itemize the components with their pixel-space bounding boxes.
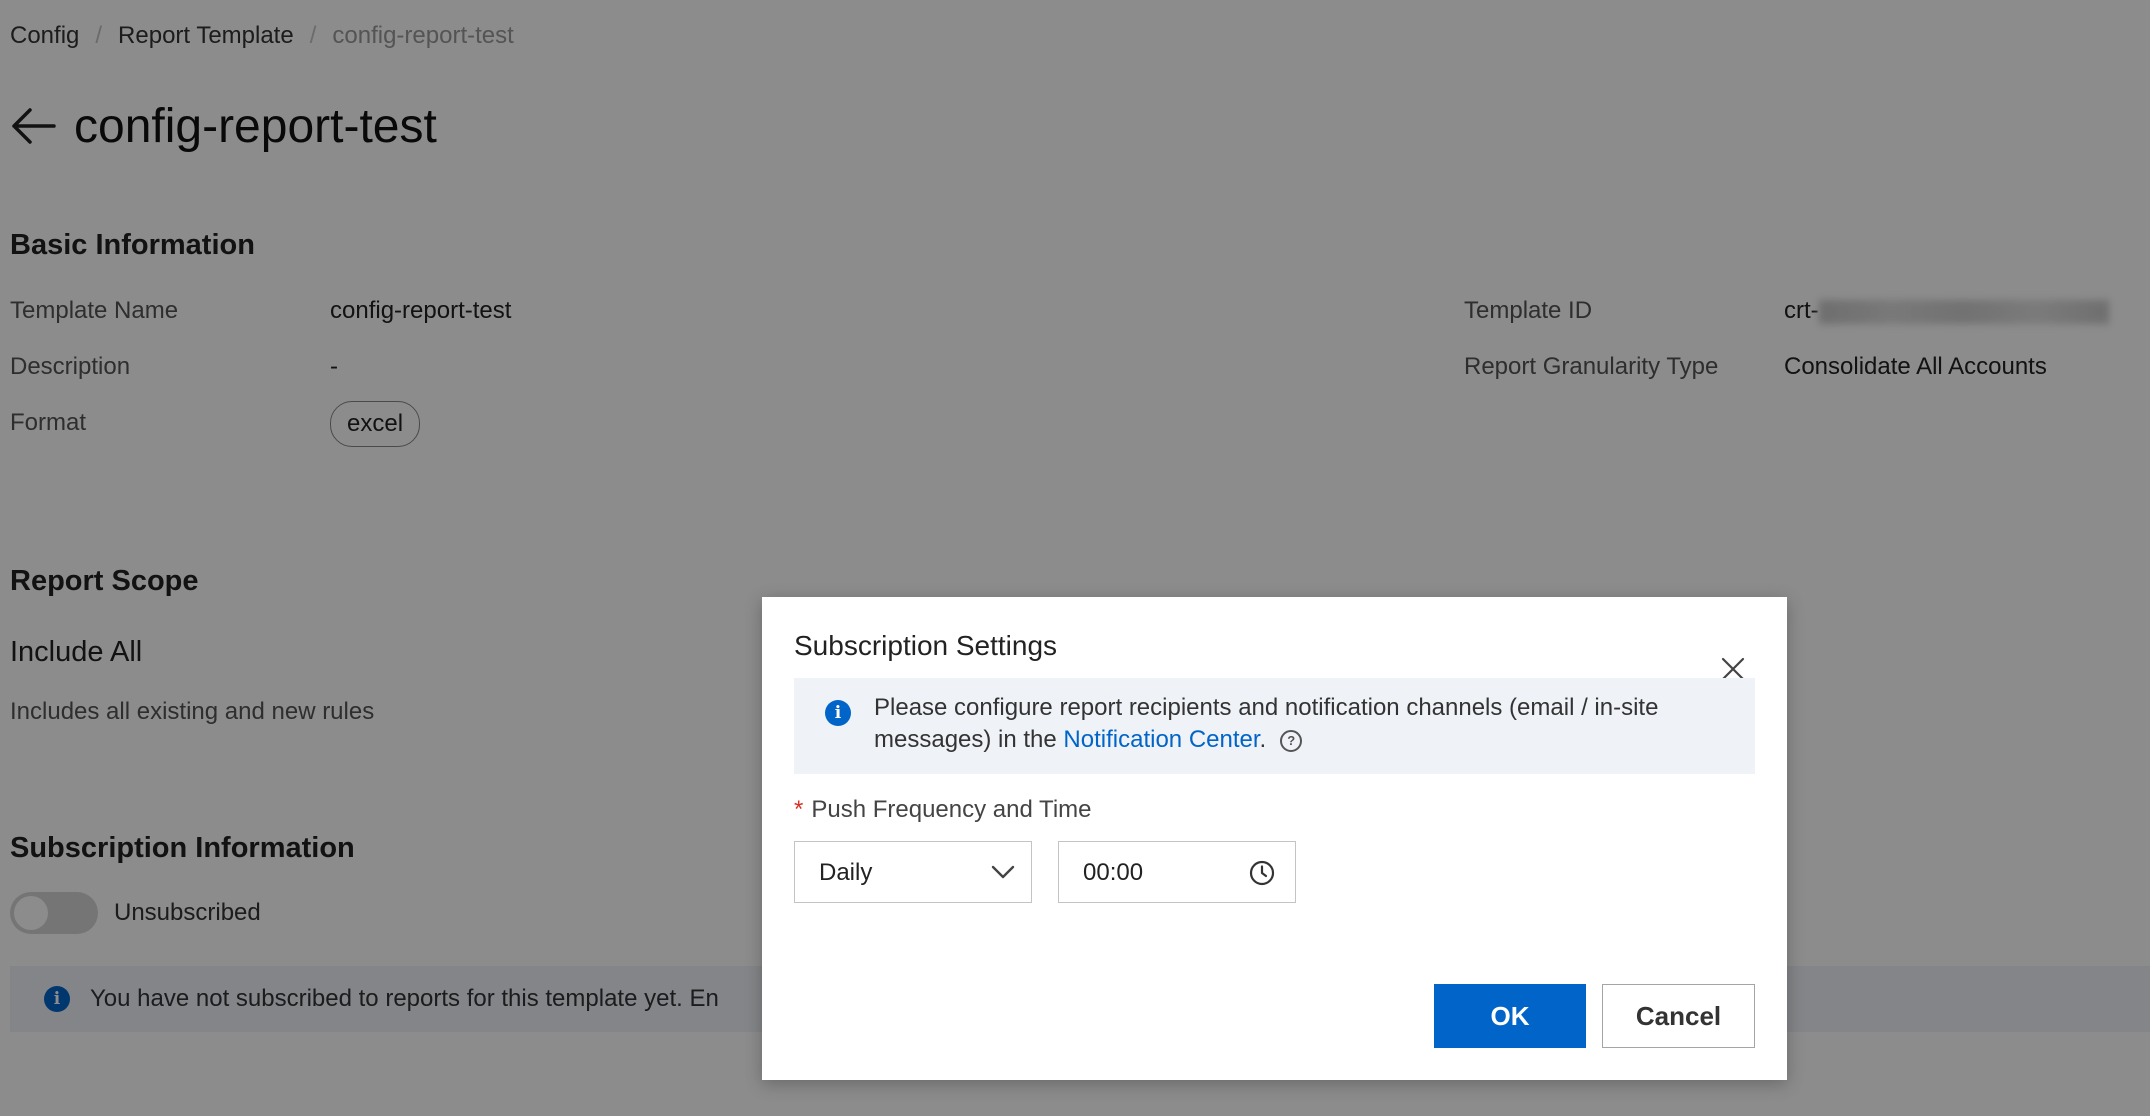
alert-text-before: Please configure report recipients and n… bbox=[874, 694, 1659, 753]
push-frequency-label-text: Push Frequency and Time bbox=[811, 796, 1092, 823]
time-picker[interactable]: 00:00 bbox=[1058, 841, 1296, 903]
chevron-down-icon bbox=[991, 865, 1015, 879]
subscription-settings-dialog: Subscription Settings i Please configure… bbox=[762, 597, 1787, 1080]
ok-button[interactable]: OK bbox=[1434, 984, 1586, 1048]
clock-icon bbox=[1249, 860, 1275, 886]
frequency-select-value: Daily bbox=[819, 859, 873, 886]
notification-center-link[interactable]: Notification Center bbox=[1063, 726, 1259, 753]
dialog-alert-text: Please configure report recipients and n… bbox=[874, 692, 1714, 756]
dialog-title: Subscription Settings bbox=[794, 630, 1058, 661]
info-icon: i bbox=[825, 700, 851, 726]
time-picker-value: 00:00 bbox=[1083, 859, 1144, 886]
required-mark: * bbox=[794, 796, 804, 823]
push-frequency-label: * Push Frequency and Time bbox=[794, 796, 1092, 824]
frequency-select[interactable]: Daily bbox=[794, 841, 1032, 903]
help-icon[interactable]: ? bbox=[1280, 729, 1303, 752]
alert-text-after: . bbox=[1259, 726, 1267, 753]
dialog-alert: i Please configure report recipients and… bbox=[794, 678, 1755, 774]
cancel-button[interactable]: Cancel bbox=[1602, 984, 1755, 1048]
